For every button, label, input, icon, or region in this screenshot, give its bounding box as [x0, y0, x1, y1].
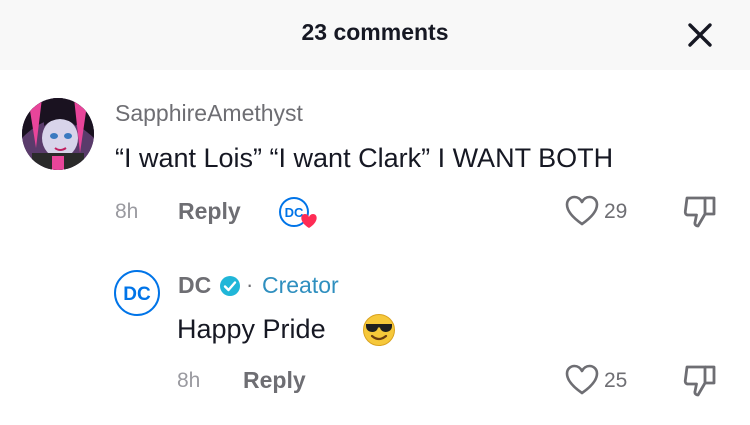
svg-text:DC: DC: [123, 284, 151, 305]
like-count: 29: [604, 200, 628, 223]
close-icon[interactable]: [684, 19, 716, 51]
creator-label: Creator: [262, 272, 339, 298]
dc-logo-icon: DC: [123, 284, 151, 305]
heart-icon[interactable]: [565, 364, 599, 396]
avatar[interactable]: DC: [114, 270, 160, 316]
reply-button[interactable]: Reply: [243, 367, 306, 394]
avatar[interactable]: [22, 98, 94, 170]
comment-text: Happy Pride: [177, 314, 326, 344]
reply-button[interactable]: Reply: [178, 198, 241, 225]
comment-time: 8h: [177, 369, 201, 392]
liked-by-creator-icon: DC: [279, 197, 317, 228]
smiling-face-with-sunglasses-icon: [363, 314, 395, 346]
svg-text:DC: DC: [285, 205, 304, 220]
avatar-image: [22, 98, 94, 170]
comment-username[interactable]: DC: [178, 272, 211, 299]
creator-separator: ·: [246, 272, 254, 297]
comments-header: 23 comments: [0, 0, 750, 70]
like-count: 25: [604, 369, 628, 392]
thumbs-down-icon[interactable]: [682, 194, 718, 230]
comment-time: 8h: [115, 200, 139, 223]
heart-icon[interactable]: [565, 195, 599, 227]
comment-username[interactable]: SapphireAmethyst: [115, 100, 303, 127]
comments-count-title: 23 comments: [301, 19, 449, 45]
verified-badge-icon: [220, 276, 240, 296]
comment-text: “I want Lois” “I want Clark” I WANT BOTH: [115, 143, 614, 173]
thumbs-down-icon[interactable]: [682, 363, 718, 399]
